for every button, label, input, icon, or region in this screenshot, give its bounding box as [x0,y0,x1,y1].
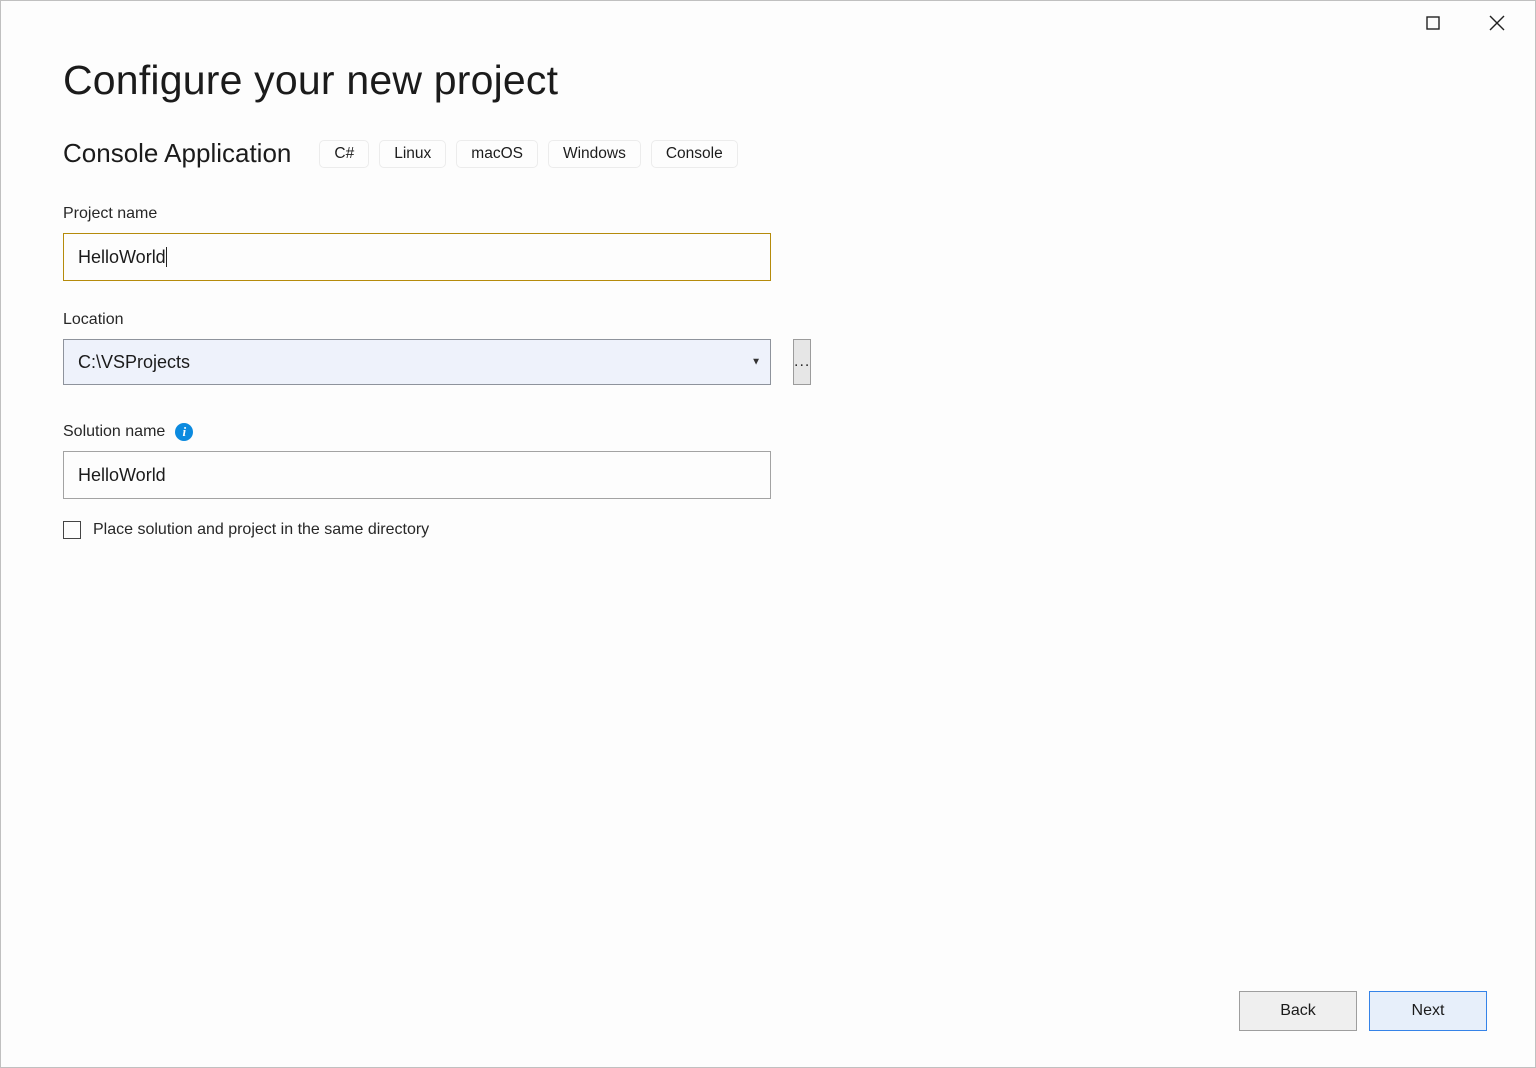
project-name-value: HelloWorld [78,247,166,268]
back-button[interactable]: Back [1239,991,1357,1031]
same-directory-label[interactable]: Place solution and project in the same d… [93,521,429,539]
solution-name-input[interactable] [63,451,771,499]
next-button[interactable]: Next [1369,991,1487,1031]
text-caret [166,247,168,267]
close-button[interactable] [1479,5,1515,41]
project-name-label: Project name [63,205,771,223]
template-tag: macOS [456,140,538,168]
solution-name-label: Solution name [63,423,165,441]
page-title: Configure your new project [63,57,1473,104]
location-combobox[interactable]: ▼ [63,339,771,385]
close-icon [1489,15,1505,31]
location-input[interactable] [63,339,771,385]
template-name: Console Application [63,138,291,169]
location-label: Location [63,311,771,329]
info-icon[interactable]: i [175,423,193,441]
maximize-icon [1426,16,1440,30]
project-name-input[interactable]: HelloWorld [63,233,771,281]
template-tag: Console [651,140,738,168]
template-tag: C# [319,140,369,168]
template-tag: Windows [548,140,641,168]
browse-button[interactable]: ... [793,339,811,385]
template-tag-group: C# Linux macOS Windows Console [319,140,737,168]
same-directory-checkbox[interactable] [63,521,81,539]
maximize-button[interactable] [1415,5,1451,41]
template-tag: Linux [379,140,446,168]
